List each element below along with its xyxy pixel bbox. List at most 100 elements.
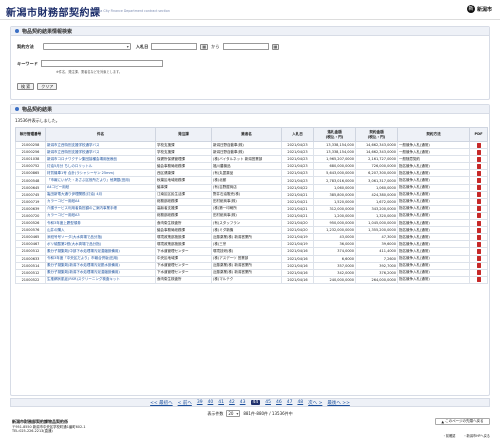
row-title-link[interactable]: 山井の購入 (45, 226, 156, 235)
table-cell: 野井石油販売(株) (211, 190, 282, 199)
table-cell: 下水道管理センター (155, 261, 212, 270)
pdf-icon[interactable] (476, 256, 481, 262)
table-cell: (有)丸菱薬品 (211, 169, 282, 178)
page-link[interactable]: 46 (276, 400, 282, 405)
keyword-input[interactable] (40, 60, 163, 67)
row-title-link[interactable]: 介護サービス利用者負担額のご案内事業手帳 (45, 204, 156, 213)
row-title-link[interactable]: 令和3年度「中央区だより」市報合併版(田用) (45, 254, 156, 263)
pdf-cell (469, 148, 488, 157)
column-header: 入札日 (281, 127, 314, 142)
row-title-link[interactable]: カラーコピー用紙A4 (45, 197, 156, 206)
pdf-cell (469, 162, 488, 171)
pdf-icon[interactable] (476, 156, 481, 162)
table-cell: 2021/04/16 (281, 268, 314, 277)
row-title-link[interactable]: 素分子凝集剤(中部下水処理場汚泥濃縮設備用) (45, 247, 156, 256)
site-title[interactable]: 新潟市財務部契約課 (6, 4, 101, 19)
per-page-select[interactable]: 20 (226, 410, 241, 417)
pdf-icon[interactable] (476, 142, 481, 148)
table-cell: 13,338,154,000 (313, 148, 356, 157)
first-page-link[interactable]: << 最初へ (150, 400, 172, 406)
table-cell: 424,380,0000 (355, 190, 398, 199)
footer-link-home[interactable]: ・新潟市HPへ戻る (463, 433, 490, 438)
page-link[interactable]: 47 (287, 400, 293, 405)
date-to-input[interactable] (222, 43, 269, 50)
pdf-icon[interactable] (476, 213, 481, 219)
column-header: 契約方法 (397, 127, 470, 142)
last-page-link[interactable]: 最後へ >> (327, 400, 349, 406)
row-title-link[interactable]: 「市報にいがた・あさぶ区役所だより」他掲載(田用) (45, 176, 156, 185)
table-cell: 5,643,000,0000 (313, 169, 356, 178)
table-cell: 指名競争入札(通常) (397, 219, 470, 228)
pdf-icon[interactable] (476, 192, 481, 198)
table-cell: 指名競争入札(通常) (397, 169, 470, 178)
page-link[interactable]: 48 (297, 400, 303, 405)
row-title-link[interactable]: 生推網状肌症(RSR)スクリーニング検査キット (45, 275, 156, 284)
search-row-2: キーワード (17, 60, 163, 67)
row-title-link[interactable]: 材質機車1号 合計(ラシャシーサン 25mm) (45, 169, 156, 178)
row-title-link[interactable]: カラーコピー用紙A3 (45, 211, 156, 221)
city-logo[interactable]: 新 新潟市 (466, 5, 492, 13)
pdf-icon[interactable] (476, 220, 481, 226)
row-title-link[interactable]: ボリ硫酸第2鉄(大水斉場で品分指) (45, 240, 156, 249)
row-title-link[interactable]: 素分子凝集剤(新潟下水処理場汚泥濃縮設備用) (45, 268, 156, 277)
pdf-icon[interactable] (476, 149, 481, 155)
pdf-cell (469, 197, 488, 206)
table-row: 21000512 素分子凝集剤(中部下水処理場汚泥濃縮設備用) 下水道管理センター環… (15, 247, 488, 256)
table-cell: 学校支援課 (155, 148, 212, 157)
row-title-link[interactable]: 素分子凝集剤(新潟下水処理場汚泥脱水設備用) (45, 261, 156, 270)
back-to-top-button[interactable]: ▲ このページの先頭へ戻る (435, 418, 490, 425)
page-link[interactable]: 45 (265, 400, 271, 405)
row-title-link[interactable]: 新潟市コロナワクチン集団接種会場用医療品 (45, 155, 156, 164)
pdf-icon[interactable] (476, 277, 481, 283)
table-cell: 福川農機品 (211, 162, 282, 171)
pdf-icon[interactable] (476, 227, 481, 233)
pdf-icon[interactable] (476, 270, 481, 276)
table-cell: 240,000,0000 (313, 275, 356, 284)
table-cell: 指名競争入札(通常) (397, 275, 470, 284)
date-from-calendar-button[interactable]: ▦ (200, 43, 209, 50)
pdf-icon[interactable] (476, 163, 481, 169)
next-page-link[interactable]: 次へ > (308, 400, 322, 406)
pdf-icon[interactable] (476, 234, 481, 240)
row-title-link[interactable]: 新潟市立西特別支援学校通学バス (45, 148, 156, 157)
prev-page-link[interactable]: < 前へ (178, 400, 192, 406)
row-title-link[interactable]: A4コピー用紙 (45, 183, 156, 192)
table-body: 21000258 新潟市立西特別支援学校通学バス 学校支援課 新潟日野自動車(株) 20… (15, 140, 488, 284)
date-from-input[interactable] (151, 43, 198, 50)
pdf-icon[interactable] (476, 263, 481, 269)
row-title-link[interactable]: 令和3年度上履型領券 (45, 219, 156, 228)
date-to-calendar-button[interactable]: ▦ (271, 43, 280, 50)
table-cell: 1,320,0000 (355, 211, 398, 221)
page-link[interactable]: 41 (218, 400, 224, 405)
footer-link-confirm[interactable]: ・前確認 (443, 433, 456, 438)
table-cell: (有)スタッフラン (211, 219, 282, 228)
row-title-link[interactable]: 灯油5月分 ちしのロリットル (45, 162, 156, 171)
pdf-icon[interactable] (476, 178, 481, 184)
row-title-link[interactable]: 亀田新電大通り伊理関根(灯油) 4月 (45, 190, 156, 199)
page-link[interactable]: 39 (197, 400, 203, 405)
table-cell: 指名競争入札(通常) (397, 176, 470, 185)
table-cell: (株)バイタルネット 新潟営業部 (211, 155, 282, 164)
pdf-icon[interactable] (476, 206, 481, 212)
table-row: 21000258 新潟市立西特別支援学校通学バス 学校支援課 新潟日野自動車(株) 20… (15, 140, 488, 150)
page-link[interactable]: 42 (229, 400, 235, 405)
table-cell: 下水道管理センター (155, 268, 212, 277)
row-title-link[interactable]: 添班号号ソーダ(大水斉場で品分指) (45, 233, 156, 242)
method-select[interactable] (42, 43, 131, 50)
calendar-icon: ▦ (273, 43, 278, 49)
column-header: 発注課 (155, 127, 212, 142)
page-link[interactable]: 40 (208, 400, 214, 405)
row-title-link[interactable]: 新潟市立西特別支援学校通学バス (45, 140, 156, 150)
pdf-cell (469, 211, 488, 221)
pdf-icon[interactable] (476, 185, 481, 191)
pdf-icon[interactable] (476, 199, 481, 205)
pdf-cell (469, 240, 488, 249)
page-link[interactable]: 43 (240, 400, 246, 405)
page-link[interactable]: 44 (250, 400, 261, 405)
clear-button[interactable]: クリア (37, 83, 58, 90)
search-button[interactable]: 検 索 (17, 83, 35, 90)
pdf-icon[interactable] (476, 170, 481, 176)
pdf-icon[interactable] (476, 241, 481, 247)
pdf-icon[interactable] (476, 248, 481, 254)
table-cell: 新潟日野自動車(株) (211, 140, 282, 150)
